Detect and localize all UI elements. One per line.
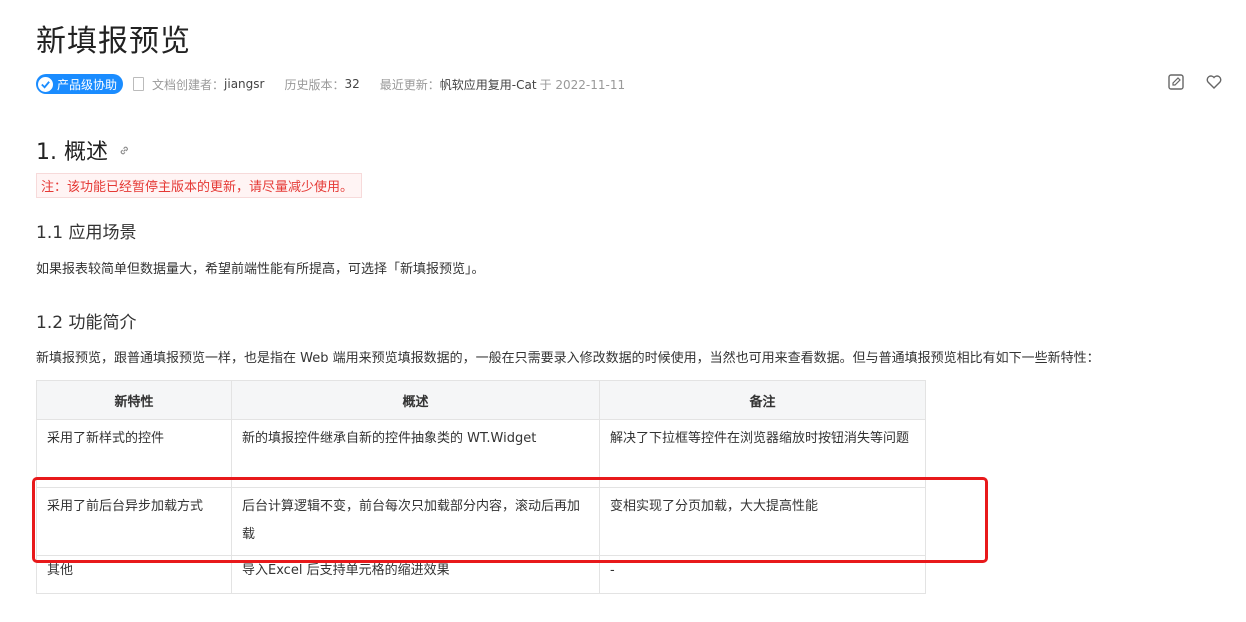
updated-date: 于 2022-11-11 — [539, 77, 626, 92]
column-header: 新特性 — [36, 380, 232, 420]
heart-icon[interactable] — [1202, 70, 1226, 94]
table-cell: 解决了下拉框等控件在浏览器缩放时按钮消失等问题 — [599, 419, 926, 488]
table-cell: 采用了新样式的控件 — [36, 419, 232, 488]
table-cell: 变相实现了分页加载，大大提高性能 — [599, 487, 926, 556]
section-heading-overview: 1. 概述 — [36, 134, 131, 166]
table-cell: 导入Excel 后支持单元格的缩进效果 — [231, 555, 600, 594]
history-label: 历史版本： — [284, 77, 345, 92]
page-title: 新填报预览 — [36, 24, 191, 59]
column-header: 概述 — [231, 380, 600, 420]
scenario-text: 如果报表较简单但数据量大，希望前端性能有所提高，可选择「新填报预览」。 — [36, 262, 485, 277]
column-header: 备注 — [599, 380, 926, 420]
table-cell: 后台计算逻辑不变，前台每次只加载部分内容，滚动后再加载 — [231, 487, 600, 556]
section-heading-features: 1.2 功能简介 — [36, 313, 137, 333]
section-heading-scenario: 1.1 应用场景 — [36, 223, 137, 243]
updated-label: 最近更新： — [379, 77, 440, 92]
updated-by[interactable]: 帆软应用复用-Cat — [440, 76, 537, 93]
edit-icon[interactable] — [1164, 70, 1188, 94]
table-row: 采用了新样式的控件 新的填报控件继承自新的控件抽象类的 WT.Widget 解决… — [36, 419, 926, 488]
overview-heading-text: 1. 概述 — [36, 140, 108, 165]
table-row: 采用了前后台异步加载方式 后台计算逻辑不变，前台每次只加载部分内容，滚动后再加载… — [36, 487, 926, 556]
table-cell: 新的填报控件继承自新的控件抽象类的 WT.Widget — [231, 419, 600, 488]
document-icon — [133, 77, 145, 91]
creator-name: jiangsr — [224, 77, 265, 91]
product-assist-badge[interactable]: 产品级协助 — [36, 74, 124, 94]
creator-label: 文档创建者： — [152, 77, 225, 92]
table-cell: 采用了前后台异步加载方式 — [36, 487, 232, 556]
table-cell: - — [599, 555, 926, 594]
doc-meta: 产品级协助 文档创建者： jiangsr 历史版本： 32 最近更新： 帆软应用… — [36, 73, 625, 95]
table-cell: 其他 — [36, 555, 232, 594]
features-table: 新特性 概述 备注 采用了新样式的控件 新的填报控件继承自新的控件抽象类的 WT… — [36, 380, 926, 594]
badge-label: 产品级协助 — [57, 77, 118, 92]
link-icon[interactable] — [118, 144, 131, 157]
history-count[interactable]: 32 — [344, 77, 359, 91]
features-text: 新填报预览，跟普通填报预览一样，也是指在 Web 端用来预览填报数据的，一般在只… — [36, 351, 1100, 366]
table-header-row: 新特性 概述 备注 — [36, 380, 926, 420]
page-actions — [1164, 70, 1226, 94]
table-row: 其他 导入Excel 后支持单元格的缩进效果 - — [36, 555, 926, 594]
assist-icon — [38, 76, 53, 92]
deprecation-note: 注：该功能已经暂停主版本的更新，请尽量减少使用。 — [36, 173, 363, 198]
